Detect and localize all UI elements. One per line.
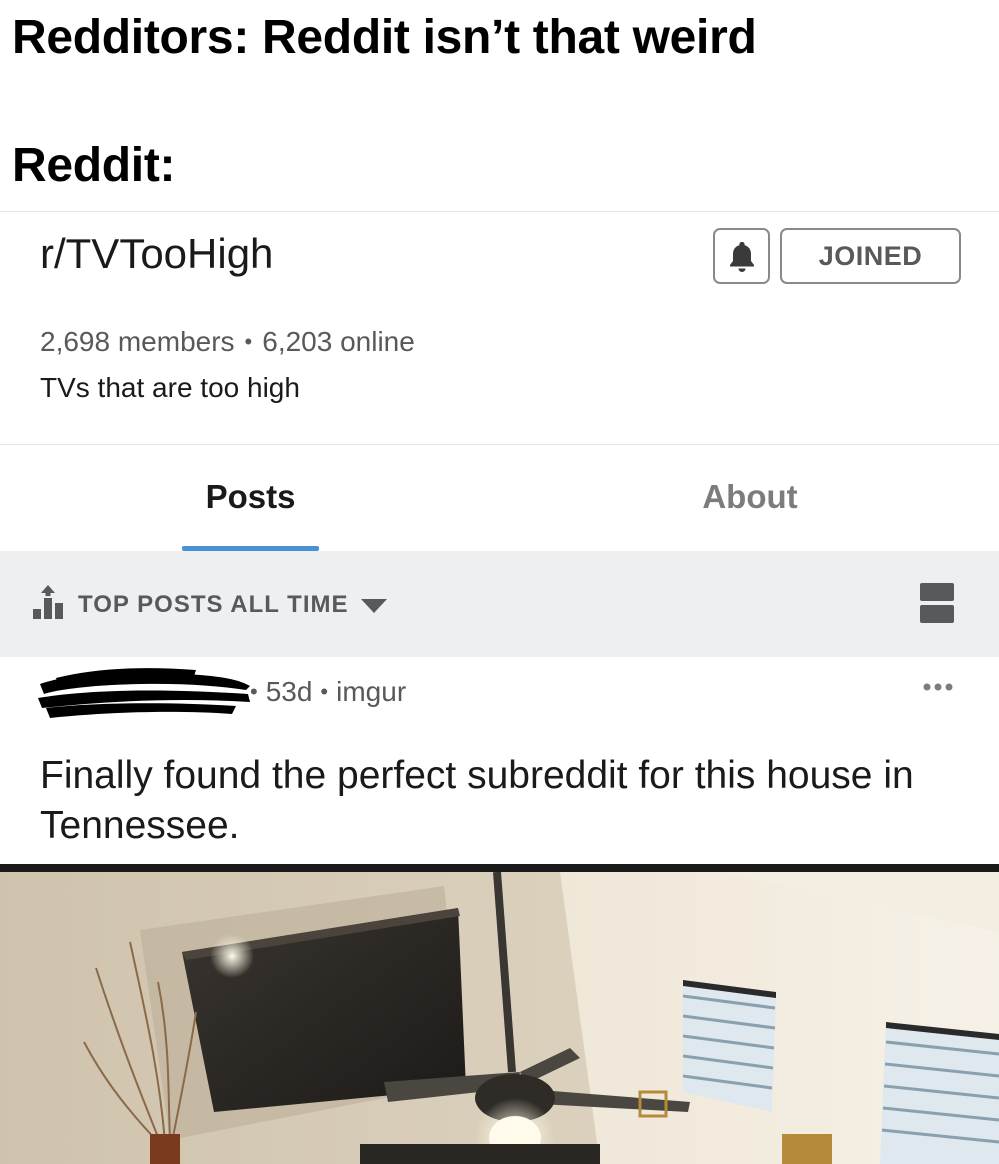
sort-label[interactable]: TOP POSTS ALL TIME	[78, 591, 348, 619]
tabs-divider	[0, 444, 999, 445]
post-meta: • 53d • imgur	[250, 676, 406, 708]
subreddit-name[interactable]: r/TVTooHigh	[40, 230, 273, 278]
subreddit-stats: 2,698 members • 6,203 online	[40, 326, 415, 358]
notification-button[interactable]	[713, 228, 770, 284]
more-horizontal-icon[interactable]	[922, 682, 954, 692]
post-age: 53d	[265, 676, 313, 707]
sort-bar: TOP POSTS ALL TIME	[0, 551, 999, 657]
post-title[interactable]: Finally found the perfect subreddit for …	[40, 751, 940, 851]
post-source[interactable]: imgur	[336, 676, 406, 708]
photo-border	[0, 864, 999, 872]
tab-about[interactable]: About	[680, 478, 820, 516]
meme-caption-line-2: Reddit:	[12, 139, 176, 192]
member-count: 2,698 members	[40, 326, 235, 357]
caret-down-icon[interactable]	[360, 598, 388, 614]
subreddit-description: TVs that are too high	[40, 372, 300, 403]
meme-screenshot: Redditors: Reddit isn’t that weird Reddi…	[0, 0, 999, 1164]
online-count: 6,203 online	[262, 326, 415, 357]
separator-dot: •	[320, 679, 329, 704]
redacted-username	[38, 668, 250, 718]
tab-posts[interactable]: Posts	[182, 478, 319, 516]
header-divider	[0, 211, 999, 212]
separator-dot: •	[250, 679, 258, 704]
bar-chart-arrow-icon	[33, 585, 63, 619]
post-image[interactable]	[0, 872, 999, 1164]
meme-caption-line-1: Redditors: Reddit isn’t that weird	[12, 11, 757, 64]
separator-dot: •	[244, 329, 253, 354]
bell-icon	[729, 242, 754, 272]
card-view-icon[interactable]	[920, 583, 954, 623]
joined-button[interactable]: JOINED	[780, 228, 961, 284]
